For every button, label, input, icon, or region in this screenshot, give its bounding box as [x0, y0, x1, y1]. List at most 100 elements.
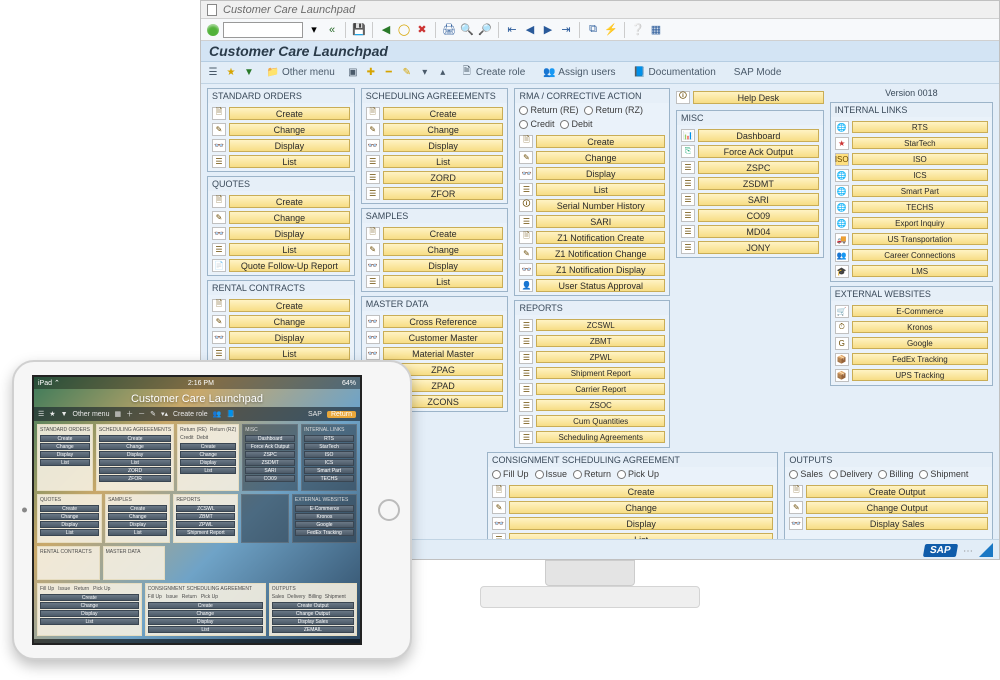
- ipad-btn[interactable]: Dashboard: [245, 435, 295, 442]
- ipad-btn[interactable]: Change: [99, 443, 171, 450]
- ipad-btn[interactable]: List: [148, 626, 263, 633]
- down-icon[interactable]: ▾: [419, 67, 431, 79]
- quote-display-button[interactable]: Display: [229, 227, 350, 240]
- ipad-btn[interactable]: List: [99, 459, 171, 466]
- ipad-btn[interactable]: List: [180, 467, 236, 474]
- us-transport-link[interactable]: US Transportation: [852, 233, 988, 245]
- ipad-sort-icon[interactable]: ▾▴: [161, 410, 168, 418]
- ipad-btn[interactable]: Display: [40, 521, 99, 528]
- ipad-btn[interactable]: Create: [40, 594, 139, 601]
- ipad-create-role[interactable]: Create role: [173, 411, 208, 418]
- ipad-btn[interactable]: Create: [99, 435, 171, 442]
- ipad-btn[interactable]: RTS: [304, 435, 354, 442]
- create-role-button[interactable]: 🗎 Create role: [455, 65, 531, 81]
- startech-link[interactable]: StarTech: [852, 137, 988, 149]
- zspc-button[interactable]: ZSPC: [698, 161, 819, 174]
- first-page-icon[interactable]: ⇤: [505, 23, 519, 37]
- ipad-return-badge[interactable]: Return: [327, 411, 356, 418]
- dropdown-icon[interactable]: ▾: [307, 23, 321, 37]
- edit-fav-icon[interactable]: ✎: [401, 67, 413, 79]
- ipad-doc-icon[interactable]: 📘: [226, 410, 235, 418]
- ipad-down-icon[interactable]: ▼: [61, 411, 68, 418]
- z1-create-button[interactable]: Z1 Notification Create: [536, 231, 665, 244]
- dashboard-button[interactable]: Dashboard: [698, 129, 819, 142]
- ipad-btn[interactable]: Change: [40, 513, 99, 520]
- rc-display-button[interactable]: Display: [229, 331, 350, 344]
- ipad-btn[interactable]: ZSDMT: [245, 459, 295, 466]
- ipad-btn[interactable]: ZFOR: [99, 475, 171, 482]
- customer-master-button[interactable]: Customer Master: [383, 331, 504, 344]
- zsdmt-button[interactable]: ZSDMT: [698, 177, 819, 190]
- radio-return-re[interactable]: Return (RE): [519, 105, 578, 115]
- ipad-grid-icon[interactable]: ▦: [114, 410, 121, 418]
- ipad-plus-icon[interactable]: ＋: [126, 409, 133, 419]
- ipad-btn[interactable]: Create: [148, 602, 263, 609]
- radio-sales[interactable]: Sales: [789, 469, 823, 479]
- ipad-btn[interactable]: Kronos: [295, 513, 354, 520]
- back-nav-icon[interactable]: ◀: [379, 23, 393, 37]
- ipad-btn[interactable]: Change: [180, 451, 236, 458]
- fav-down-icon[interactable]: ▼: [243, 67, 255, 79]
- smartpart-link[interactable]: Smart Part: [852, 185, 988, 197]
- create-button[interactable]: Create: [229, 107, 350, 120]
- menu-icon[interactable]: ☰: [207, 67, 219, 79]
- radio-shipment[interactable]: Shipment: [919, 469, 968, 479]
- ipad-btn[interactable]: ZBMT: [176, 513, 235, 520]
- ipad-menu-icon[interactable]: ☰: [38, 410, 44, 418]
- misc-sari-button[interactable]: SARI: [698, 193, 819, 206]
- sa-list-button[interactable]: List: [383, 155, 504, 168]
- rma-list-button[interactable]: List: [536, 183, 665, 196]
- csa-create-button[interactable]: Create: [509, 485, 773, 498]
- ups-link[interactable]: UPS Tracking: [852, 369, 988, 381]
- ipad-btn[interactable]: Smart Part: [304, 467, 354, 474]
- ipad-btn[interactable]: ZPWL: [176, 521, 235, 528]
- jony-button[interactable]: JONY: [698, 241, 819, 254]
- ipad-btn[interactable]: Google: [295, 521, 354, 528]
- ipad-btn[interactable]: SARI: [245, 467, 295, 474]
- shortcut-icon[interactable]: ⚡: [604, 23, 618, 37]
- assign-users-button[interactable]: 👥 Assign users: [537, 65, 621, 81]
- csa-change-button[interactable]: Change: [509, 501, 773, 514]
- home-button-icon[interactable]: [378, 499, 400, 521]
- radio-return[interactable]: Return: [573, 469, 611, 479]
- ipad-btn[interactable]: ZEMAIL: [272, 626, 354, 633]
- rc-list-button[interactable]: List: [229, 347, 350, 360]
- ipad-btn[interactable]: StarTech: [304, 443, 354, 450]
- documentation-button[interactable]: 📘 Documentation: [628, 65, 722, 81]
- sa-display-button[interactable]: Display: [383, 139, 504, 152]
- techs-link[interactable]: TECHS: [852, 201, 988, 213]
- ipad-btn[interactable]: E-Commerce: [295, 505, 354, 512]
- rma-create-button[interactable]: Create: [536, 135, 665, 148]
- radio-pickup[interactable]: Pick Up: [617, 469, 659, 479]
- rc-change-button[interactable]: Change: [229, 315, 350, 328]
- help-icon[interactable]: ❔: [631, 23, 645, 37]
- minus-icon[interactable]: ━: [383, 67, 395, 79]
- ipad-btn[interactable]: List: [40, 459, 90, 466]
- iso-link[interactable]: ISO: [852, 153, 988, 165]
- ipad-btn[interactable]: Display: [148, 618, 263, 625]
- zord-button[interactable]: ZORD: [383, 171, 504, 184]
- prev-page-icon[interactable]: ◀: [523, 23, 537, 37]
- create-output-button[interactable]: Create Output: [806, 485, 988, 498]
- ipad-btn[interactable]: List: [108, 529, 167, 536]
- resize-handle-icon[interactable]: [979, 543, 993, 557]
- ipad-fav-icon[interactable]: ★: [49, 410, 55, 418]
- radio-delivery[interactable]: Delivery: [829, 469, 873, 479]
- carrier-report-button[interactable]: Carrier Report: [536, 383, 665, 395]
- ipad-btn[interactable]: Create: [108, 505, 167, 512]
- cum-qty-button[interactable]: Cum Quantities: [536, 415, 665, 427]
- csa-display-button[interactable]: Display: [509, 517, 773, 530]
- ok-icon[interactable]: [207, 24, 219, 36]
- co09-button[interactable]: CO09: [698, 209, 819, 222]
- fedex-link[interactable]: FedEx Tracking: [852, 353, 988, 365]
- ipad-users-icon[interactable]: 👥: [213, 410, 222, 418]
- zcswl-button[interactable]: ZCSWL: [536, 319, 665, 331]
- ipad-btn[interactable]: Create: [40, 435, 90, 442]
- material-master-button[interactable]: Material Master: [383, 347, 504, 360]
- quote-create-button[interactable]: Create: [229, 195, 350, 208]
- ipad-btn[interactable]: Display: [40, 451, 90, 458]
- user-status-approval-button[interactable]: User Status Approval: [536, 279, 665, 292]
- ipad-btn[interactable]: List: [40, 529, 99, 536]
- sari-button[interactable]: SARI: [536, 215, 665, 228]
- ipad-btn[interactable]: ZORD: [99, 467, 171, 474]
